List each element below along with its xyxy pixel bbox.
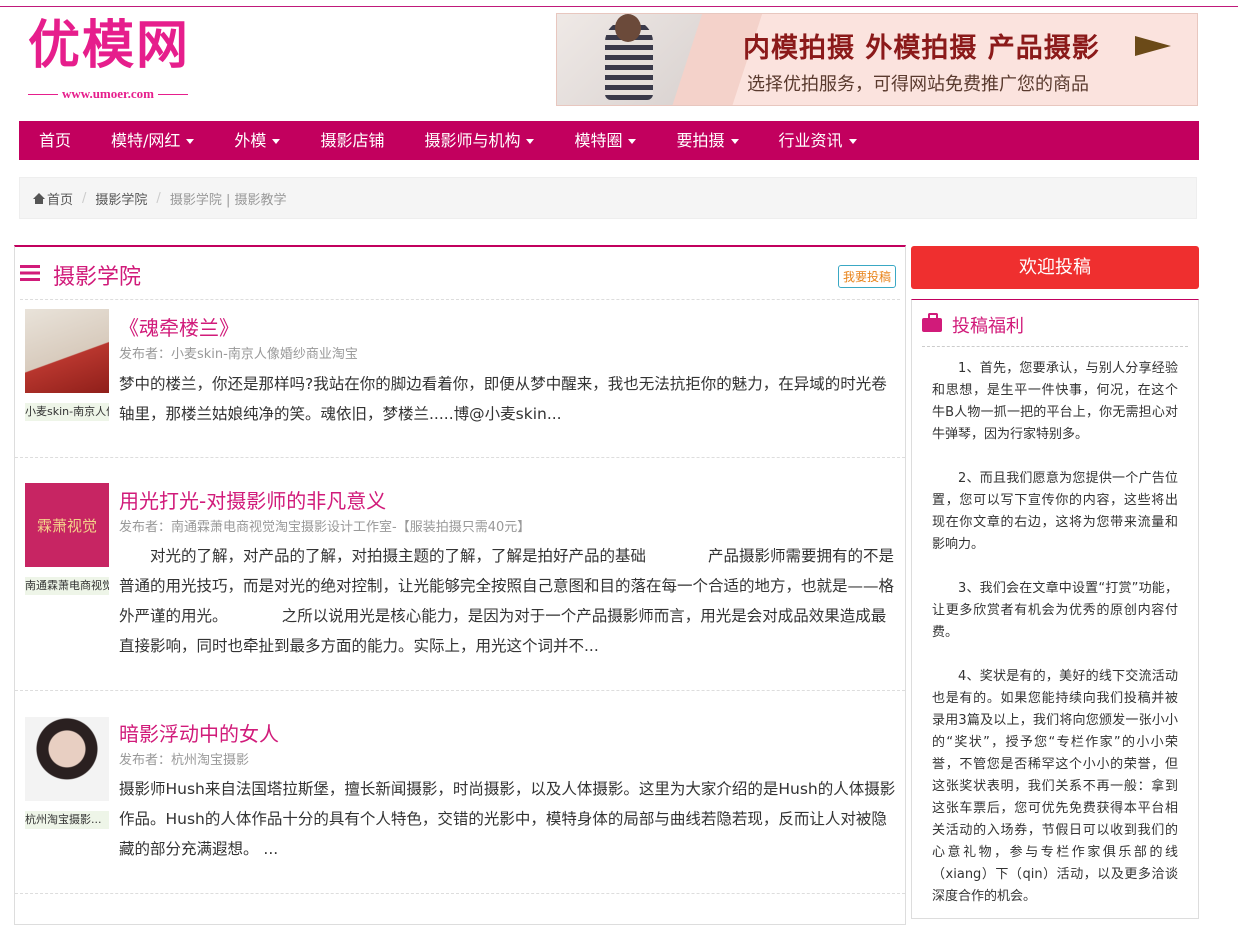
home-icon — [33, 192, 45, 204]
nav-item-label: 模特圈 — [574, 131, 623, 150]
post-meta: 发布者：南通霖萧电商视觉淘宝摄影设计工作室-【服装拍摄只需40元】 — [119, 520, 531, 535]
nav-item-label: 外模 — [234, 131, 267, 150]
nav-item-label: 摄影师与机构 — [424, 131, 521, 150]
breadcrumb-current: 摄影学院 | 摄影教学 — [169, 192, 287, 208]
logo-url: www.umoer.com — [28, 86, 218, 102]
caret-down-icon — [628, 139, 637, 144]
nav-item-0[interactable]: 首页 — [19, 121, 91, 160]
post-author-tag[interactable]: 小麦skin-南京人像婚纱商业淘宝 — [25, 403, 109, 421]
benefits-text: 1、首先，您要承认，与别人分享经验和思想，是生平一件快事，何况，在这个牛B人物一… — [932, 358, 1178, 930]
nav-item-label: 摄影店铺 — [320, 131, 385, 150]
nav-item-3[interactable]: 摄影店铺 — [300, 121, 404, 160]
benefit-paragraph: 3、我们会在文章中设置“打赏”功能，让更多欣赏者有机会为优秀的原创内容付费。 — [932, 581, 1178, 640]
site-logo[interactable]: 优模网 www.umoer.com — [28, 16, 218, 112]
list-item: 小麦skin-南京人像婚纱商业淘宝 《魂牵楼兰》 发布者：小麦skin-南京人像… — [15, 299, 905, 458]
submission-benefits-box: 投稿福利 1、首先，您要承认，与别人分享经验和思想，是生平一件快事，何况，在这个… — [911, 299, 1199, 919]
welcome-submit-button[interactable]: 欢迎投稿 — [911, 246, 1199, 289]
post-thumbnail[interactable] — [25, 717, 109, 801]
logo-mark: 优模网 — [28, 15, 191, 76]
breadcrumb-section[interactable]: 摄影学院 — [95, 189, 147, 208]
benefits-title: 投稿福利 — [952, 316, 1024, 337]
submit-article-button[interactable]: 我要投稿 — [837, 265, 896, 288]
thumbnail-logo-text: 霖萧视觉 — [36, 516, 97, 535]
briefcase-icon — [922, 313, 942, 332]
benefits-header: 投稿福利 — [922, 300, 1188, 347]
caret-down-icon — [730, 139, 739, 144]
post-thumbnail[interactable] — [25, 309, 109, 393]
caret-down-icon — [526, 139, 535, 144]
nav-item-2[interactable]: 外模 — [214, 121, 300, 160]
panel-title: 摄影学院 — [53, 265, 142, 290]
caret-down-icon — [186, 139, 195, 144]
article-list-panel: 摄影学院 我要投稿 小麦skin-南京人像婚纱商业淘宝 《魂牵楼兰》 发布者：小… — [14, 245, 906, 925]
nav-item-4[interactable]: 摄影师与机构 — [404, 121, 554, 160]
arrow-right-icon — [1135, 36, 1171, 56]
post-thumbnail[interactable]: 霖萧视觉 — [25, 483, 109, 567]
header-ad-banner[interactable]: 内模拍摄 外模拍摄 产品摄影 选择优拍服务，可得网站免费推广您的商品 — [556, 13, 1198, 106]
top-accent-line — [0, 6, 1238, 7]
list-item: 杭州淘宝摄影... 暗影浮动中的女人 发布者：杭州淘宝摄影 摄影师Hush来自法… — [15, 690, 905, 894]
main-nav: 首页 模特/网红 外模 摄影店铺 摄影师与机构 模特圈 要拍摄 行业资讯 — [19, 121, 1199, 160]
post-title[interactable]: 用光打光-对摄影师的非凡意义 — [119, 485, 386, 514]
breadcrumb: 首页 / 摄影学院 / 摄影学院 | 摄影教学 — [19, 177, 1197, 219]
banner-headline: 内模拍摄 外模拍摄 产品摄影 — [743, 33, 1100, 64]
post-author-tag[interactable]: 杭州淘宝摄影... — [25, 811, 109, 829]
nav-item-5[interactable]: 模特圈 — [554, 121, 656, 160]
benefit-paragraph: 2、而且我们愿意为您提供一个广告位置，您可以写下宣传你的内容，这些将出现在你文章… — [932, 471, 1178, 552]
nav-item-7[interactable]: 行业资讯 — [759, 121, 877, 160]
banner-subline: 选择优拍服务，可得网站免费推广您的商品 — [747, 74, 1089, 95]
nav-item-label: 要拍摄 — [676, 131, 725, 150]
list-item: 霖萧视觉 南通霖萧电商视觉淘宝摄影设计工作室 用光打光-对摄影师的非凡意义 发布… — [15, 457, 905, 691]
benefit-paragraph: 4、奖状是有的，美好的线下交流活动也是有的。如果您能持续向我们投稿并被录用3篇及… — [932, 669, 1178, 904]
list-menu-icon — [20, 265, 40, 281]
caret-down-icon — [848, 139, 857, 144]
caret-down-icon — [272, 139, 281, 144]
post-excerpt: 对光的了解，对产品的了解，对拍摄主题的了解，了解是拍好产品的基础 产品摄影师需要… — [119, 547, 895, 655]
post-excerpt: 摄影师Hush来自法国塔拉斯堡，擅长新闻摄影，时尚摄影，以及人体摄影。这里为大家… — [119, 780, 896, 858]
post-meta: 发布者：杭州淘宝摄影 — [119, 753, 250, 768]
post-author-tag[interactable]: 南通霖萧电商视觉淘宝摄影设计工作室 — [25, 577, 109, 595]
nav-item-label: 首页 — [39, 131, 72, 150]
post-title[interactable]: 《魂牵楼兰》 — [119, 312, 239, 341]
nav-item-6[interactable]: 要拍摄 — [656, 121, 758, 160]
breadcrumb-home[interactable]: 首页 — [47, 189, 73, 208]
panel-header: 摄影学院 我要投稿 — [20, 247, 900, 300]
benefit-paragraph: 1、首先，您要承认，与别人分享经验和思想，是生平一件快事，何况，在这个牛B人物一… — [932, 361, 1178, 442]
nav-item-1[interactable]: 模特/网红 — [91, 121, 214, 160]
post-excerpt: 梦中的楼兰，你还是那样吗?我站在你的脚边看着你，即便从梦中醒来，我也无法抗拒你的… — [119, 375, 887, 423]
nav-item-label: 模特/网红 — [111, 131, 181, 150]
nav-item-label: 行业资讯 — [778, 131, 843, 150]
post-title[interactable]: 暗影浮动中的女人 — [119, 718, 279, 747]
post-meta: 发布者：小麦skin-南京人像婚纱商业淘宝 — [119, 347, 358, 362]
